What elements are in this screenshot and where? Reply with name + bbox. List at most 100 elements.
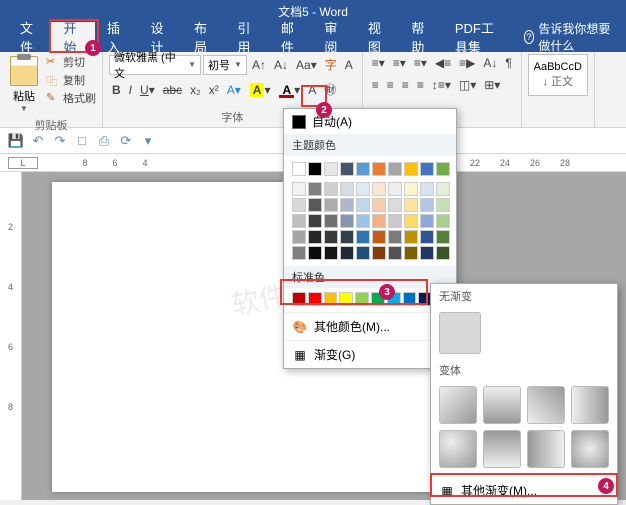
line-spacing-button[interactable]: ↕≡▾ (429, 76, 454, 94)
char-shading-button[interactable]: A (305, 81, 319, 99)
tell-me-search[interactable]: ? 告诉我你想要做什么 (524, 20, 618, 54)
show-marks-button[interactable]: ¶ (502, 54, 514, 72)
color-swatch[interactable] (388, 246, 402, 260)
align-center-button[interactable]: ≡ (384, 76, 397, 94)
tab-insert[interactable]: 插入 (95, 22, 138, 52)
sort-button[interactable]: A↓ (480, 54, 500, 72)
color-swatch[interactable] (436, 182, 450, 196)
enclose-char-button[interactable]: ㊖ (321, 79, 339, 100)
font-size-select[interactable]: 初号▼ (203, 55, 247, 75)
color-swatch[interactable] (404, 230, 418, 244)
color-swatch[interactable] (436, 162, 450, 176)
refresh-icon[interactable]: ⟳ (118, 133, 134, 149)
color-swatch[interactable] (388, 230, 402, 244)
gradient-swatch[interactable] (527, 430, 565, 468)
gradient-swatch[interactable] (483, 386, 521, 424)
color-swatch[interactable] (372, 162, 386, 176)
tab-view[interactable]: 视图 (356, 22, 399, 52)
color-swatch[interactable] (292, 182, 306, 196)
color-swatch[interactable] (372, 182, 386, 196)
color-swatch[interactable] (356, 246, 370, 260)
color-swatch[interactable] (356, 162, 370, 176)
gradient-swatch[interactable] (439, 386, 477, 424)
undo-icon[interactable]: ↶ (30, 133, 46, 149)
copy-button[interactable]: ⿻复制 (46, 72, 96, 88)
color-swatch[interactable] (420, 230, 434, 244)
color-swatch[interactable] (339, 292, 353, 306)
tab-references[interactable]: 引用 (225, 22, 268, 52)
color-swatch[interactable] (420, 198, 434, 212)
save-icon[interactable]: 💾 (8, 133, 24, 149)
cut-button[interactable]: ✂剪切 (46, 54, 96, 70)
color-swatch[interactable] (404, 162, 418, 176)
no-gradient-swatch[interactable] (439, 312, 481, 354)
color-swatch[interactable] (420, 246, 434, 260)
tab-mailings[interactable]: 邮件 (269, 22, 312, 52)
text-effects-button[interactable]: A▾ (224, 81, 244, 99)
multilevel-button[interactable]: ≡▾ (411, 54, 430, 72)
tab-review[interactable]: 审阅 (312, 22, 355, 52)
color-swatch[interactable] (403, 292, 417, 306)
format-painter-button[interactable]: ✎格式刷 (46, 90, 96, 106)
decrease-indent-button[interactable]: ◀≡ (432, 54, 454, 72)
new-icon[interactable]: □ (74, 133, 90, 149)
style-normal[interactable]: AaBbCcD ↓ 正文 (528, 54, 588, 96)
qat-more-icon[interactable]: ▾ (140, 133, 156, 149)
paste-button[interactable]: 粘贴 ▼ (6, 54, 42, 115)
color-swatch[interactable] (356, 182, 370, 196)
tab-selector[interactable]: L (8, 157, 38, 169)
gradient-swatch[interactable] (571, 386, 609, 424)
color-swatch[interactable] (404, 182, 418, 196)
color-swatch[interactable] (340, 246, 354, 260)
color-swatch[interactable] (292, 292, 306, 306)
color-swatch[interactable] (372, 198, 386, 212)
color-swatch[interactable] (324, 214, 338, 228)
color-auto-item[interactable]: 自动(A) (284, 109, 456, 134)
tab-design[interactable]: 设计 (138, 22, 181, 52)
superscript-button[interactable]: x² (206, 81, 222, 99)
color-swatch[interactable] (356, 214, 370, 228)
phonetic-button[interactable]: 字 (322, 54, 340, 75)
color-swatch[interactable] (340, 230, 354, 244)
color-swatch[interactable] (436, 198, 450, 212)
highlight-button[interactable]: A▾ (246, 80, 275, 100)
color-swatch[interactable] (292, 198, 306, 212)
color-swatch[interactable] (404, 214, 418, 228)
color-swatch[interactable] (372, 230, 386, 244)
color-swatch[interactable] (436, 214, 450, 228)
color-swatch[interactable] (404, 246, 418, 260)
font-color-button[interactable]: A▾ (276, 81, 303, 99)
borders-button[interactable]: ⊞▾ (481, 76, 503, 94)
color-swatch[interactable] (436, 230, 450, 244)
color-swatch[interactable] (420, 182, 434, 196)
color-swatch[interactable] (292, 246, 306, 260)
tab-layout[interactable]: 布局 (182, 22, 225, 52)
underline-button[interactable]: U▾ (137, 81, 158, 99)
color-swatch[interactable] (308, 292, 322, 306)
redo-icon[interactable]: ↷ (52, 133, 68, 149)
color-swatch[interactable] (308, 246, 322, 260)
color-swatch[interactable] (388, 162, 402, 176)
justify-button[interactable]: ≡ (414, 76, 427, 94)
subscript-button[interactable]: x₂ (187, 81, 204, 99)
bold-button[interactable]: B (109, 81, 124, 99)
change-case-button[interactable]: Aa▾ (293, 56, 320, 74)
color-swatch[interactable] (388, 214, 402, 228)
increase-indent-button[interactable]: ≡▶ (456, 54, 478, 72)
color-swatch[interactable] (308, 214, 322, 228)
color-swatch[interactable] (404, 198, 418, 212)
tab-file[interactable]: 文件 (8, 22, 51, 52)
color-swatch[interactable] (372, 214, 386, 228)
color-swatch[interactable] (308, 230, 322, 244)
italic-button[interactable]: I (126, 81, 135, 99)
gradient-swatch[interactable] (483, 430, 521, 468)
char-border-button[interactable]: A (342, 56, 356, 74)
align-right-button[interactable]: ≡ (399, 76, 412, 94)
color-swatch[interactable] (388, 198, 402, 212)
color-swatch[interactable] (292, 230, 306, 244)
gradient-swatch[interactable] (527, 386, 565, 424)
color-swatch[interactable] (324, 198, 338, 212)
color-swatch[interactable] (292, 162, 306, 176)
gradient-swatch[interactable] (571, 430, 609, 468)
numbering-button[interactable]: ≡▾ (390, 54, 409, 72)
